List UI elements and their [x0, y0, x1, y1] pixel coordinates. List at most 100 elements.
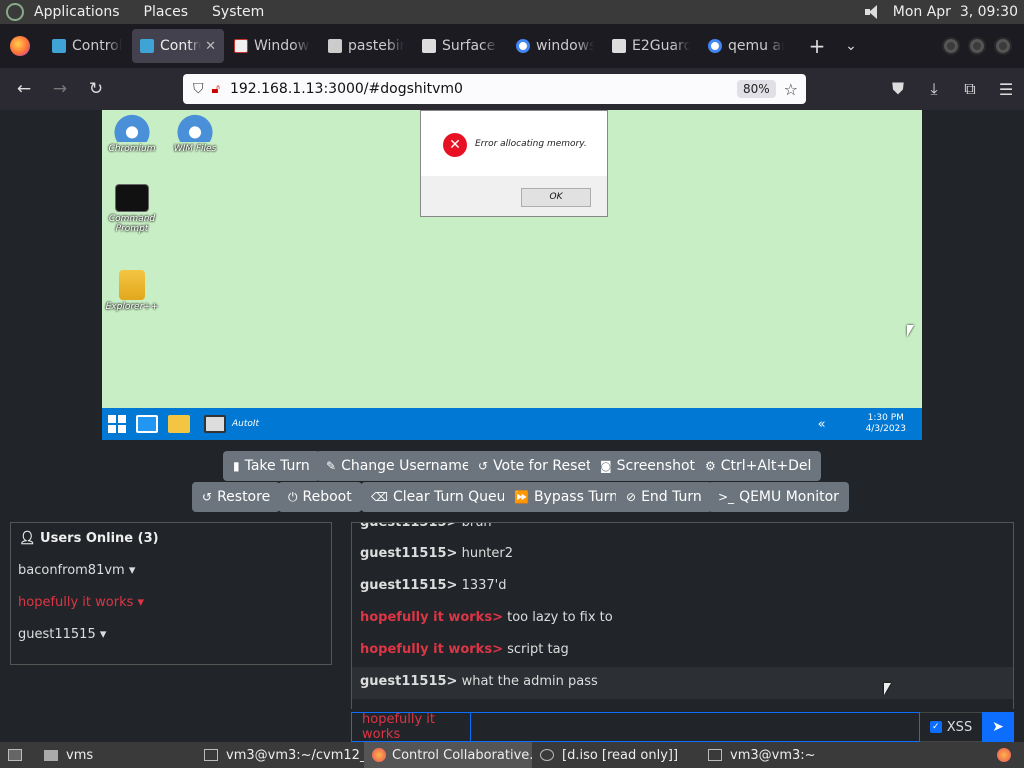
- chat-log[interactable]: guest11515> bruh guest11515> hunter2 gue…: [351, 522, 1014, 709]
- folder-taskbar-icon[interactable]: [168, 415, 190, 433]
- reboot-button[interactable]: ⏻ Reboot: [278, 482, 362, 512]
- close-window-button[interactable]: [994, 37, 1012, 55]
- tab-e2guard[interactable]: E2Guard: [604, 29, 698, 63]
- taskbar-item-disk-image[interactable]: [d.iso [read only]]: [532, 742, 700, 768]
- forward-icon[interactable]: →: [42, 79, 78, 99]
- tab-control-2[interactable]: Control C ✕: [132, 29, 224, 63]
- taskbar-item-firefox[interactable]: Control Collaborative...: [364, 742, 532, 768]
- extensions-icon[interactable]: ⧉: [952, 79, 988, 99]
- ctrl-alt-del-button[interactable]: ⚙ Ctrl+Alt+Del: [695, 451, 822, 481]
- taskbar-item-label: [d.iso [read only]]: [562, 747, 679, 763]
- menu-system[interactable]: System: [212, 4, 264, 20]
- reload-icon[interactable]: ↻: [78, 79, 114, 99]
- minimize-button[interactable]: [942, 37, 960, 55]
- chat-user: guest11515>: [360, 546, 458, 561]
- firefox-view-icon[interactable]: [10, 36, 30, 56]
- desktop-icon-chromium[interactable]: Chromium: [102, 110, 162, 154]
- desktop-icon-label: WIM Files: [173, 144, 217, 154]
- tab-windows[interactable]: Windows: [226, 29, 318, 63]
- screenshot-button[interactable]: ◙ Screenshot: [590, 451, 706, 481]
- desktop-taskbar-icon[interactable]: [136, 415, 158, 433]
- new-tab-icon[interactable]: +: [802, 34, 832, 58]
- url-bar[interactable]: ⛉ 🔓︎ 192.168.1.13:3000/#dogshitvm0 80% ☆: [183, 74, 806, 104]
- change-username-button[interactable]: ✎ Change Username: [316, 451, 481, 481]
- button-label: Vote for Reset: [493, 458, 592, 474]
- tab-label: Control C: [160, 38, 201, 54]
- nav-bar: ← → ↻ ⛉ 🔓︎ 192.168.1.13:3000/#dogshitvm0…: [0, 68, 1024, 110]
- vm-display[interactable]: Chromium WIM Files Command Prompt Explor…: [102, 110, 922, 440]
- user-item[interactable]: baconfrom81vm ▾: [18, 563, 135, 578]
- firefox-icon: [372, 748, 386, 762]
- workspace-switcher[interactable]: [984, 742, 1024, 768]
- mouse-cursor-icon: [884, 683, 898, 695]
- pastebin-icon: [328, 39, 342, 53]
- url-text[interactable]: 192.168.1.13:3000/#dogshitvm0: [230, 81, 463, 97]
- archive-icon: [422, 39, 436, 53]
- panel-clock[interactable]: Mon Apr 3, 09:30: [893, 4, 1018, 20]
- chevron-down-icon[interactable]: ⌄: [836, 38, 866, 54]
- tab-label: Control C: [72, 38, 122, 54]
- xss-toggle[interactable]: ✓ XSS: [920, 712, 982, 742]
- autoit-label[interactable]: AutoIt: [232, 419, 259, 429]
- autoit-icon[interactable]: [204, 415, 226, 433]
- hamburger-menu-icon[interactable]: ☰: [988, 80, 1024, 99]
- terminal-icon: [204, 749, 218, 761]
- pocket-icon[interactable]: ⛊: [880, 79, 916, 99]
- button-label: Change Username: [341, 458, 471, 474]
- vote-reset-button[interactable]: ↺ Vote for Reset: [468, 451, 602, 481]
- insecure-lock-icon[interactable]: 🔓︎: [212, 82, 220, 97]
- chat-text: hunter2: [461, 546, 514, 561]
- bypass-turn-button[interactable]: ⏩ Bypass Turn: [504, 482, 629, 512]
- ok-button[interactable]: OK: [521, 188, 591, 207]
- show-desktop-button[interactable]: [0, 742, 36, 768]
- send-button[interactable]: ➤: [982, 712, 1014, 742]
- menu-applications[interactable]: Applications: [34, 4, 120, 20]
- caret-down-icon: ▾: [99, 627, 107, 642]
- terminal-icon: [115, 184, 149, 212]
- close-tab-icon[interactable]: ✕: [205, 39, 216, 54]
- user-item[interactable]: hopefully it works ▾: [18, 595, 144, 610]
- back-icon[interactable]: ←: [6, 79, 42, 99]
- end-turn-button[interactable]: ⊘ End Turn: [616, 482, 712, 512]
- qemu-monitor-button[interactable]: >_ QEMU Monitor: [708, 482, 849, 512]
- taskbar-item-label: Control Collaborative...: [392, 747, 532, 763]
- users-title-text: Users Online (3): [40, 531, 159, 546]
- chevron-left-icon[interactable]: «: [818, 417, 826, 432]
- desktop-icon-command-prompt[interactable]: Command Prompt: [102, 184, 162, 234]
- shield-icon[interactable]: ⛉: [193, 81, 204, 97]
- button-label: Take Turn: [244, 458, 310, 474]
- zoom-level[interactable]: 80%: [736, 80, 776, 98]
- tab-qemu[interactable]: qemu arr: [700, 29, 792, 63]
- folder-icon: [119, 270, 145, 300]
- user-item[interactable]: guest11515 ▾: [18, 627, 106, 642]
- terminal-icon: >_: [718, 490, 735, 504]
- desktop-icon-wim-files[interactable]: WIM Files: [165, 110, 225, 154]
- taskbar-item-terminal-2[interactable]: vm3@vm3:~: [700, 742, 868, 768]
- vm-clock[interactable]: 1:30 PM 4/3/2023: [866, 413, 906, 435]
- volume-icon[interactable]: [864, 5, 885, 19]
- tab-pastebin[interactable]: pastebin: [320, 29, 412, 63]
- disk-icon: [540, 749, 554, 761]
- menu-places[interactable]: Places: [144, 4, 189, 20]
- tab-surface[interactable]: Surface C: [414, 29, 506, 63]
- tab-label: pastebin: [348, 38, 404, 54]
- windows-start-icon[interactable]: [108, 415, 126, 433]
- clear-turn-queue-button[interactable]: ⌫ Clear Turn Queue: [361, 482, 525, 512]
- restore-button[interactable]: ↺ Restore: [192, 482, 281, 512]
- checkbox-checked-icon[interactable]: ✓: [929, 721, 942, 733]
- taskbar-item-label: vms: [66, 747, 94, 763]
- tab-control-1[interactable]: Control C: [44, 29, 130, 63]
- user-icon: 👤︎: [19, 531, 36, 546]
- button-label: Bypass Turn: [533, 489, 619, 505]
- distro-logo-icon[interactable]: [6, 3, 24, 21]
- chat-message-input[interactable]: [470, 712, 920, 742]
- download-icon[interactable]: ⤓: [916, 79, 952, 99]
- maximize-button[interactable]: [968, 37, 986, 55]
- paper-plane-icon: ➤: [992, 719, 1004, 735]
- taskbar-item-terminal-1[interactable]: vm3@vm3:~/cvm12_2: [196, 742, 364, 768]
- take-turn-button[interactable]: ▮ Take Turn: [223, 451, 320, 481]
- taskbar-item-vms[interactable]: vms: [36, 742, 196, 768]
- bookmark-star-icon[interactable]: ☆: [784, 80, 798, 99]
- tab-google-windows[interactable]: windows: [508, 29, 602, 63]
- desktop-icon-explorer[interactable]: Explorer++: [102, 270, 162, 312]
